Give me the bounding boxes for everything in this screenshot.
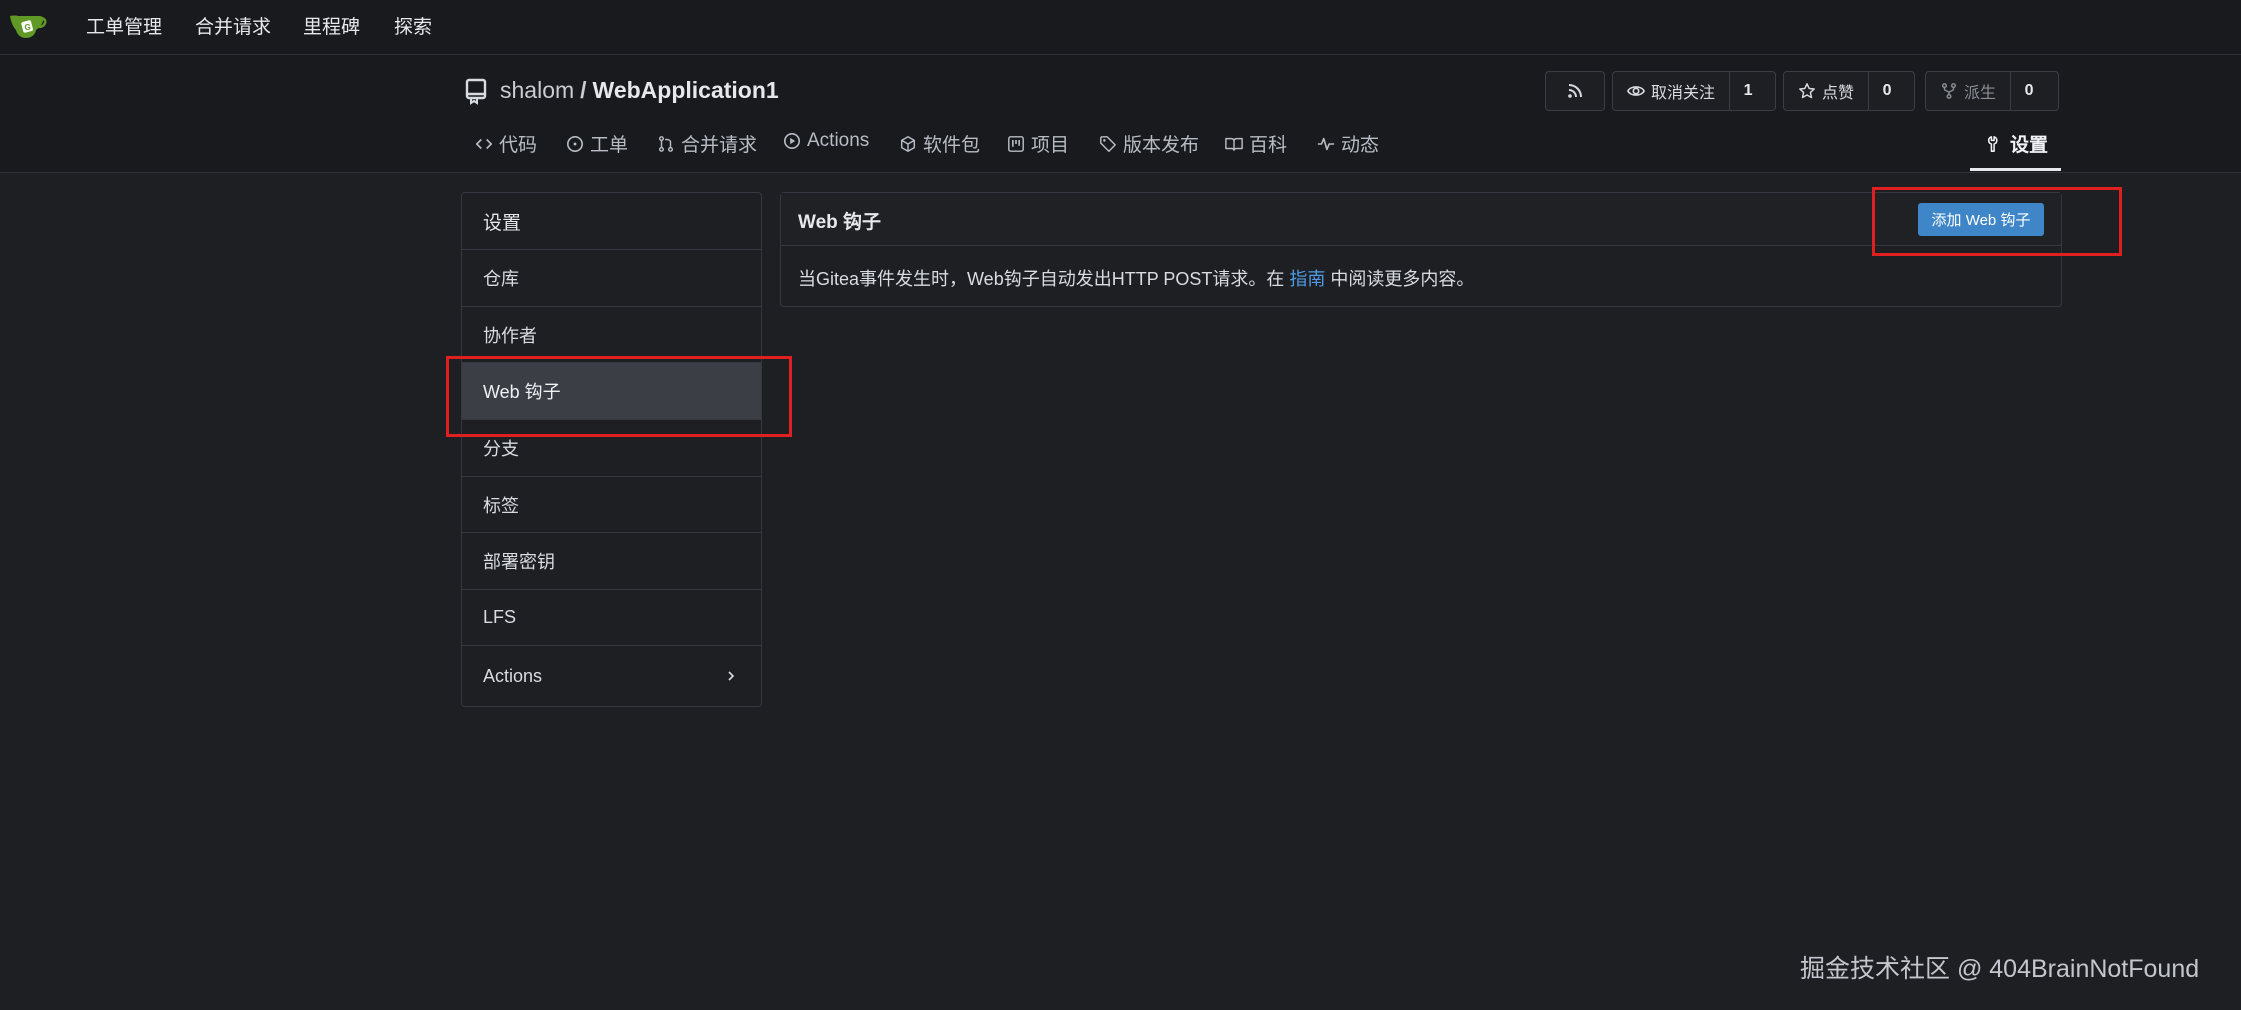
- tab-pulls[interactable]: 合并请求: [657, 130, 757, 157]
- active-tab-indicator: [1970, 168, 2061, 171]
- sidebar-item-deploy-keys[interactable]: 部署密钥: [462, 532, 761, 589]
- watch-count[interactable]: 1: [1730, 82, 1766, 100]
- watermark: 掘金技术社区 @ 404BrainNotFound: [1800, 955, 2200, 983]
- sidebar-item-label: 协作者: [483, 325, 537, 346]
- tab-issues-label: 工单: [590, 135, 629, 156]
- repo-icon: [465, 78, 487, 105]
- sidebar-item-collaborators[interactable]: 协作者: [462, 306, 761, 362]
- watch-button-group: 取消关注 1: [1612, 71, 1776, 111]
- star-count[interactable]: 0: [1869, 82, 1905, 100]
- tab-settings[interactable]: 设置: [1986, 130, 2048, 157]
- highlight-box-sidebar-webhooks: [446, 356, 792, 437]
- issue-icon: [566, 135, 584, 152]
- tab-issues[interactable]: 工单: [566, 130, 628, 157]
- unwatch-label: 取消关注: [1651, 85, 1716, 102]
- webhooks-description: 当Gitea事件发生时，Web钩子自动发出HTTP POST请求。在 指南 中阅…: [798, 265, 1474, 291]
- play-circle-icon: [783, 132, 801, 150]
- sidebar-item-label: Actions: [483, 665, 543, 686]
- tab-code-label: 代码: [499, 135, 538, 156]
- fork-button-group: 派生 0: [1925, 71, 2059, 111]
- star-label: 点赞: [1822, 85, 1855, 102]
- repo-owner-link[interactable]: shalom: [500, 77, 574, 103]
- fork-icon: [1941, 83, 1957, 99]
- tab-activity-label: 动态: [1341, 135, 1380, 156]
- nav-issues-link[interactable]: 工单管理: [86, 12, 162, 39]
- sidebar-item-actions[interactable]: Actions: [462, 645, 761, 706]
- webhooks-description-suffix: 中阅读更多内容。: [1325, 269, 1475, 289]
- tab-settings-label: 设置: [2010, 135, 2049, 156]
- eye-icon: [1627, 86, 1645, 96]
- sidebar-item-tags[interactable]: 标签: [462, 476, 761, 532]
- pulse-icon: [1317, 137, 1335, 150]
- gitea-logo-icon[interactable]: G: [8, 8, 48, 42]
- repo-name-link[interactable]: WebApplication1: [593, 77, 779, 103]
- tab-activity[interactable]: 动态: [1317, 130, 1379, 157]
- sidebar-item-repository[interactable]: 仓库: [462, 249, 761, 306]
- rss-icon: [1568, 84, 1582, 98]
- webhooks-panel-header: Web 钩子 添加 Web 钩子: [781, 193, 2061, 246]
- sidebar-item-settings[interactable]: 设置: [462, 193, 761, 249]
- sidebar-item-label: 仓库: [483, 269, 519, 289]
- webhooks-description-text: 当Gitea事件发生时，Web钩子自动发出HTTP POST请求。在: [798, 269, 1290, 289]
- fork-count[interactable]: 0: [2011, 82, 2047, 100]
- book-icon: [1225, 137, 1243, 151]
- tab-releases-label: 版本发布: [1123, 135, 1200, 156]
- tab-actions[interactable]: Actions: [783, 130, 869, 152]
- star-button-group: 点赞 0: [1783, 71, 1915, 111]
- repo-separator: /: [580, 77, 587, 103]
- sidebar-item-lfs[interactable]: LFS: [462, 589, 761, 645]
- webhooks-panel: Web 钩子 添加 Web 钩子 当Gitea事件发生时，Web钩子自动发出HT…: [780, 192, 2062, 307]
- star-button[interactable]: 点赞: [1784, 72, 1870, 110]
- star-icon: [1799, 83, 1815, 99]
- tab-projects-label: 项目: [1031, 135, 1070, 156]
- tab-pulls-label: 合并请求: [681, 135, 758, 156]
- svg-text:G: G: [25, 23, 31, 32]
- tab-packages[interactable]: 软件包: [899, 130, 980, 157]
- fork-button[interactable]: 派生: [1926, 72, 2012, 110]
- tab-code[interactable]: 代码: [475, 130, 537, 157]
- tab-releases[interactable]: 版本发布: [1099, 130, 1199, 157]
- webhooks-guide-link[interactable]: 指南: [1289, 269, 1325, 289]
- rss-button[interactable]: [1545, 71, 1605, 111]
- nav-milestones-link[interactable]: 里程碑: [303, 12, 360, 39]
- tab-wiki-label: 百科: [1249, 135, 1288, 156]
- sidebar-item-label: 标签: [483, 495, 519, 516]
- code-icon: [475, 138, 493, 149]
- webhooks-panel-title: Web 钩子: [798, 212, 882, 233]
- settings-sidebar-menu: 设置 仓库 协作者 Web 钩子 分支 标签 部署密钥 LFS Actions: [461, 192, 762, 707]
- repo-title: shalom / WebApplication1: [500, 77, 779, 104]
- pull-request-icon: [658, 135, 674, 152]
- sidebar-item-label: 设置: [483, 212, 522, 234]
- tab-projects[interactable]: 项目: [1007, 130, 1069, 157]
- nav-explore-link[interactable]: 探索: [394, 12, 432, 39]
- unwatch-button[interactable]: 取消关注: [1613, 72, 1731, 110]
- tag-icon: [1100, 135, 1116, 152]
- tab-actions-label: Actions: [807, 130, 870, 151]
- fork-label: 派生: [1964, 85, 1997, 102]
- project-board-icon: [1008, 135, 1024, 152]
- tab-wiki[interactable]: 百科: [1225, 130, 1287, 157]
- tab-packages-label: 软件包: [923, 135, 981, 156]
- tool-icon: [1987, 135, 1998, 152]
- chevron-right-icon: [728, 671, 735, 681]
- package-icon: [900, 135, 916, 152]
- sidebar-item-label: 部署密钥: [483, 552, 555, 572]
- sidebar-item-label: 分支: [483, 439, 519, 459]
- highlight-box-add-webhook: [1872, 187, 2122, 256]
- top-navbar: G 工单管理 合并请求 里程碑 探索: [0, 0, 2241, 55]
- nav-pulls-link[interactable]: 合并请求: [195, 12, 271, 39]
- sidebar-item-label: LFS: [483, 607, 517, 627]
